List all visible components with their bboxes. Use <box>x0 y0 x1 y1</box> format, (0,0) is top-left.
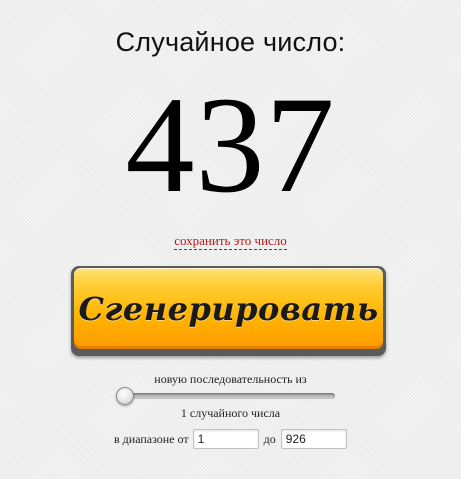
count-label: 1 случайного числа <box>180 406 281 420</box>
save-number-link[interactable]: сохранить это число <box>174 233 287 250</box>
generate-button[interactable]: Сгенерировать <box>74 268 383 349</box>
range-from-input[interactable] <box>192 429 259 449</box>
count-slider-handle[interactable] <box>116 387 134 405</box>
range-from-label: в диапазоне от <box>114 431 189 446</box>
sequence-label: новую последовательность из <box>154 372 307 386</box>
range-row: в диапазоне от до <box>114 428 347 450</box>
range-to-label: до <box>263 431 276 446</box>
range-to-input[interactable] <box>280 429 347 449</box>
page-title: Случайное число: <box>115 27 346 57</box>
save-link-container: сохранить это число <box>0 233 461 250</box>
count-slider-track[interactable] <box>117 393 335 399</box>
generate-button-label: Сгенерировать <box>78 289 379 328</box>
generate-button-frame: Сгенерировать <box>71 266 386 356</box>
random-number: 437 <box>125 68 336 221</box>
